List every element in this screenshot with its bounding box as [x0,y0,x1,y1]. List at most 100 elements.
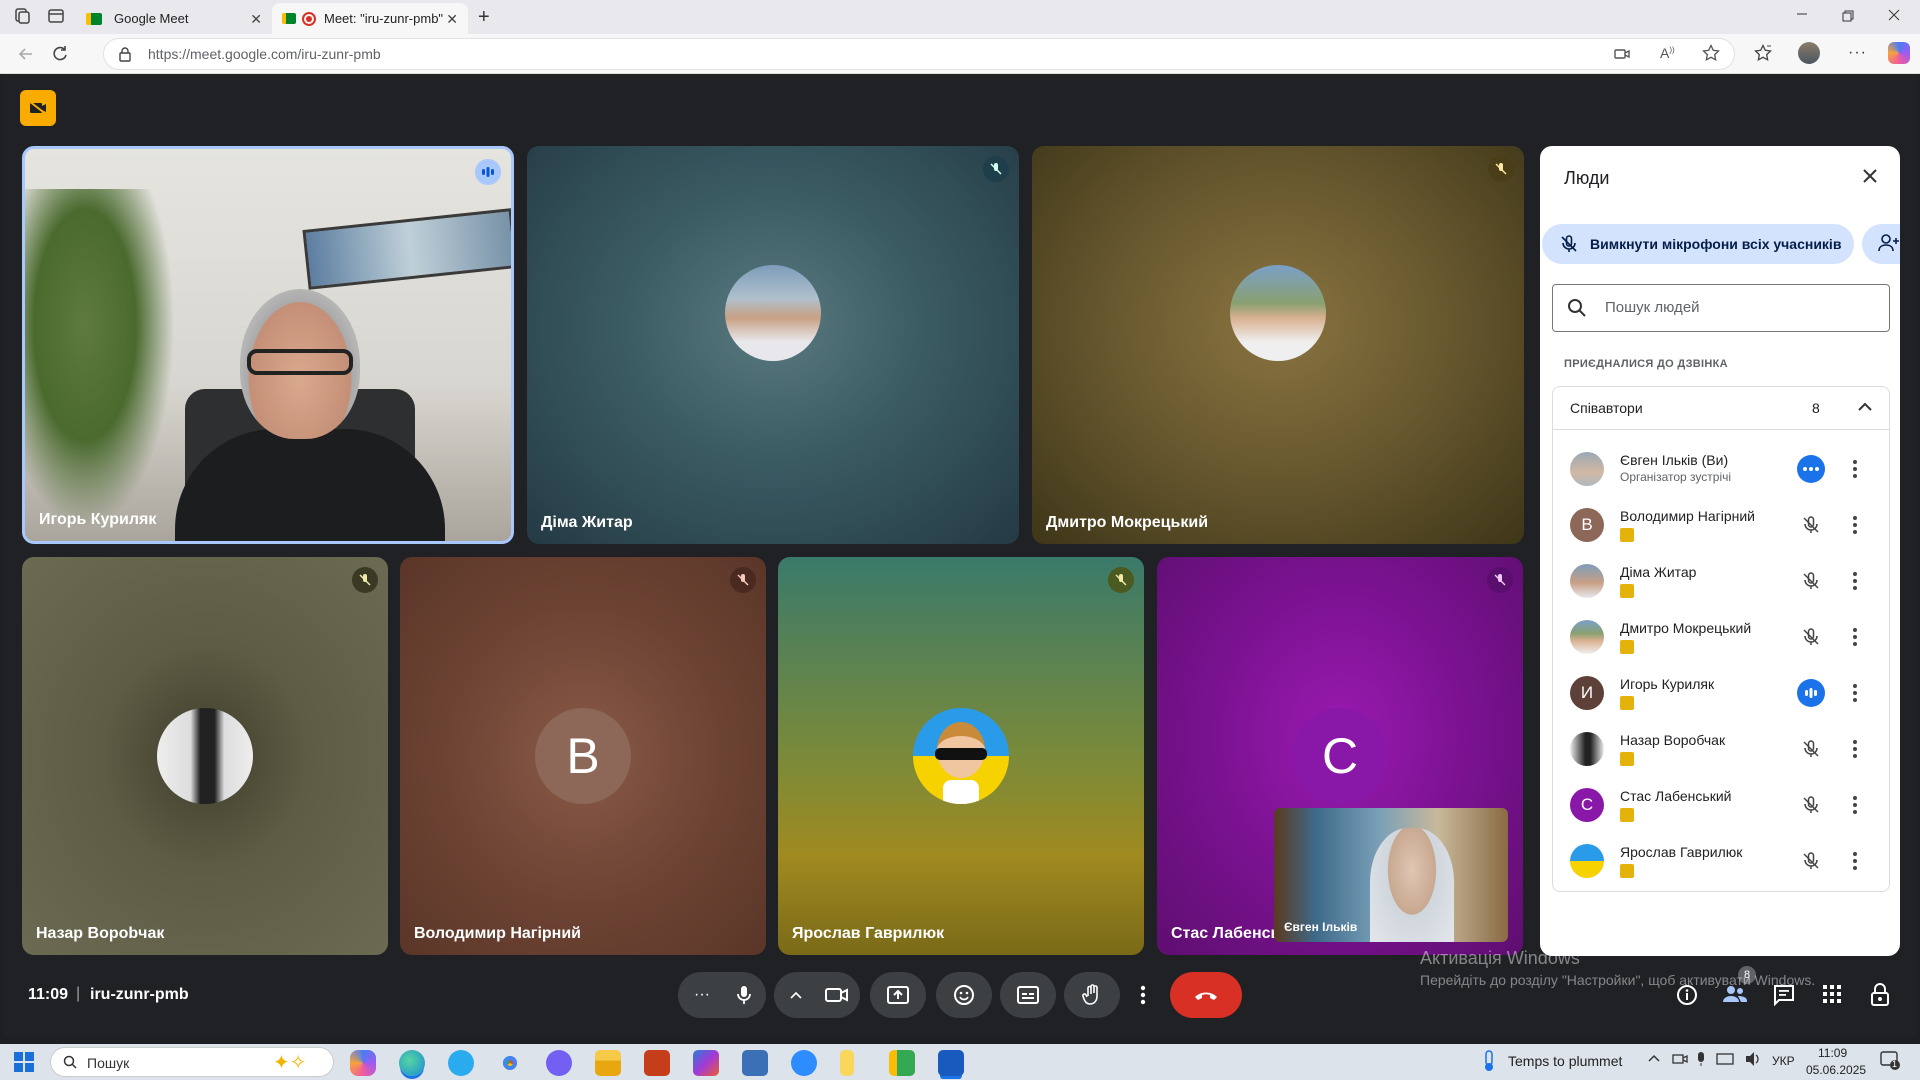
back-icon[interactable] [16,44,36,64]
tab-meet-call[interactable]: Meet: "iru-zunr-pmb" ✕ [272,3,468,34]
tray-camera-icon[interactable] [1672,1052,1688,1066]
participant-menu-icon[interactable] [1845,567,1865,595]
camera-in-use-icon[interactable] [1614,47,1630,61]
powerpoint-icon[interactable] [644,1050,670,1076]
video-tile-volodymyr[interactable]: B Володимир Нагірний [400,557,766,955]
leave-call-button[interactable] [1170,972,1242,1018]
close-tab-icon[interactable]: ✕ [446,11,458,28]
profile-avatar-icon[interactable] [1798,42,1820,64]
participant-row[interactable]: Ярослав Гаврилюк [1540,834,1900,890]
add-people-button[interactable] [1862,224,1900,264]
participant-row[interactable]: Діма Житар [1540,554,1900,610]
telegram-icon[interactable] [448,1050,474,1076]
host-controls-icon[interactable] [1870,983,1890,1007]
search-people-field[interactable]: Пошук людей [1552,284,1890,332]
new-tab-icon[interactable]: + [478,6,490,29]
participant-row[interactable]: В Володимир Нагірний [1540,498,1900,554]
camera-button[interactable] [814,972,860,1018]
tile-name: Назар Ворobчак [36,925,165,942]
participant-menu-icon[interactable] [1845,791,1865,819]
participant-row[interactable]: И Игорь Куриляк [1540,666,1900,722]
video-tile-igor[interactable]: Игорь Куриляк [22,146,514,544]
activities-icon[interactable] [1822,984,1842,1004]
present-screen-button[interactable] [870,972,926,1018]
microphone-button[interactable] [722,972,766,1018]
tile-name: Стас Лабенськ [1171,925,1289,942]
mic-off-icon[interactable] [1797,735,1825,763]
mic-off-icon[interactable] [1797,623,1825,651]
tab-google-meet[interactable]: Google Meet ✕ [76,3,272,34]
file-explorer-icon[interactable] [595,1050,621,1076]
participant-menu-icon[interactable] [1845,511,1865,539]
participant-row[interactable]: Назар Воробчак [1540,722,1900,778]
glasses [247,349,353,375]
m365-icon[interactable] [693,1050,719,1076]
mic-off-icon[interactable] [1797,791,1825,819]
mic-off-icon[interactable] [1797,567,1825,595]
tab-actions-icon[interactable] [47,7,65,25]
calculator-icon[interactable] [742,1050,768,1076]
camera-off-host-icon[interactable] [20,90,56,126]
participant-row[interactable]: Дмитро Мокрецький [1540,610,1900,666]
participant-menu-icon[interactable] [1845,679,1865,707]
mic-off-icon[interactable] [1797,511,1825,539]
participant-menu-icon[interactable] [1845,735,1865,763]
site-info-icon[interactable] [118,46,132,62]
close-tab-icon[interactable]: ✕ [250,11,262,28]
reload-icon[interactable] [50,44,70,64]
minimize-icon[interactable] [1796,8,1808,20]
captions-button[interactable] [1000,972,1056,1018]
reactions-button[interactable] [936,972,992,1018]
more-options-left-button[interactable]: ··· [678,972,726,1018]
video-tile-dima[interactable]: Діма Житар [527,146,1019,544]
participant-row[interactable]: C Стас Лабенський [1540,778,1900,834]
volume-icon[interactable] [1744,1051,1762,1067]
viber-icon[interactable] [546,1050,572,1076]
video-tile-nazar[interactable]: Назар Ворobчак [22,557,388,955]
participant-name: Игорь Куриляк [1620,676,1715,692]
taskbar-search[interactable]: Пошук ✦✧ [50,1047,334,1077]
read-aloud-icon[interactable]: A)) [1660,45,1675,61]
camera-options-button[interactable] [774,972,818,1018]
input-language[interactable]: УКР [1772,1054,1795,1068]
meet-app-icon[interactable] [889,1050,915,1076]
participant-menu-icon[interactable] [1845,847,1865,875]
network-icon[interactable] [1716,1052,1734,1066]
raise-hand-button[interactable] [1064,972,1120,1018]
group-header[interactable]: Співавтори 8 [1552,386,1890,430]
favorite-star-icon[interactable] [1702,44,1720,62]
participant-name: Дмитро Мокрецький [1620,620,1752,636]
workspaces-icon[interactable] [13,7,31,25]
close-panel-icon[interactable] [1862,168,1878,184]
more-actions-icon[interactable] [1797,455,1825,483]
copilot-app-icon[interactable] [350,1050,376,1076]
copilot-icon[interactable] [1888,42,1910,64]
video-tile-dmytro[interactable]: Дмитро Мокрецький [1032,146,1524,544]
more-options-button[interactable] [1128,972,1158,1018]
mute-all-button[interactable]: Вимкнути мікрофони всіх учасників [1542,224,1854,264]
close-window-icon[interactable] [1888,9,1900,21]
more-menu-icon[interactable]: ··· [1848,44,1867,62]
avatar [913,708,1009,804]
favorites-icon[interactable] [1754,44,1772,62]
participant-menu-icon[interactable] [1845,455,1865,483]
chrome-icon[interactable] [497,1050,523,1076]
participant-name: Діма Житар [1620,564,1697,580]
edge-icon[interactable] [399,1050,425,1076]
mic-off-icon[interactable] [1797,847,1825,875]
zoom-icon[interactable] [791,1050,817,1076]
clock-date[interactable]: 05.06.2025 [1806,1063,1866,1077]
start-icon[interactable] [14,1052,34,1072]
collapse-icon[interactable] [1858,402,1872,412]
notes-icon[interactable] [840,1050,854,1076]
participant-menu-icon[interactable] [1845,623,1865,651]
participant-row[interactable]: Євген Ільків (Ви) Організатор зустрічі [1540,442,1900,498]
weather-text[interactable]: Temps to plummet [1508,1053,1622,1069]
tray-expand-icon[interactable] [1648,1054,1660,1062]
restore-icon[interactable] [1842,10,1854,22]
word-icon[interactable] [938,1050,964,1076]
self-view-tile[interactable]: Євген Ільків [1274,808,1508,942]
video-tile-yaroslav[interactable]: Ярослав Гаврилюк [778,557,1144,955]
tray-mic-icon[interactable] [1696,1051,1706,1067]
clock-time[interactable]: 11:09 [1818,1046,1847,1060]
